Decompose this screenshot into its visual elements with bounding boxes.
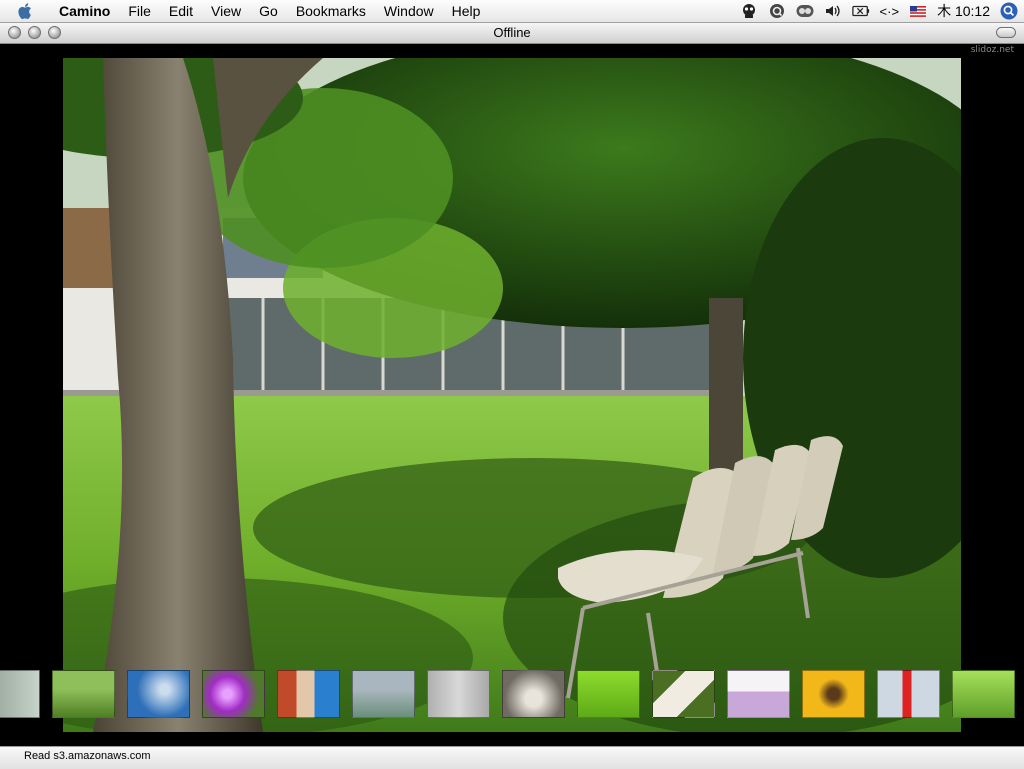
site-watermark: slidoz.net [970,45,1014,55]
thumbnail-8[interactable] [502,670,565,718]
thumbnail-5[interactable] [277,670,340,718]
status-text: Read s3.amazonaws.com [24,750,151,762]
thumbnail-12[interactable] [802,670,865,718]
thumbnail-9[interactable] [577,670,640,718]
thumbnail-2[interactable] [52,670,115,718]
thumbnail-4[interactable] [202,670,265,718]
thumbnail-10[interactable] [652,670,715,718]
menu-bookmarks[interactable]: Bookmarks [287,0,375,22]
thumbnail-11[interactable] [727,670,790,718]
keyboard-brackets-icon[interactable]: <·> [880,2,900,20]
menu-camino[interactable]: Camino [50,0,119,22]
thumbnail-13[interactable] [877,670,940,718]
menu-edit[interactable]: Edit [160,0,202,22]
us-flag-icon[interactable] [909,2,927,20]
menu-help[interactable]: Help [443,0,490,22]
thumbnail-14[interactable] [952,670,1015,718]
battery-icon[interactable] [851,2,870,20]
toolbar-toggle-button[interactable] [996,27,1016,38]
thumbnail-strip [0,670,1024,720]
menu-view[interactable]: View [202,0,250,22]
menu-go[interactable]: Go [250,0,287,22]
alien-app-icon[interactable] [740,2,758,20]
quicksilver-icon[interactable] [768,2,786,20]
window-titlebar[interactable]: Offline [0,23,1024,44]
apple-menu-icon[interactable] [14,0,36,22]
thumbnail-1[interactable] [0,670,40,718]
menu-window[interactable]: Window [375,0,443,22]
menu-bar: Camino File Edit View Go Bookmarks Windo… [0,0,1024,23]
slideshow-photo[interactable] [63,58,961,732]
window-title: Offline [493,25,531,40]
spotlight-search-icon[interactable] [1000,2,1018,20]
menu-file[interactable]: File [119,0,160,22]
thumbnail-6[interactable] [352,670,415,718]
thumbnail-3[interactable] [127,670,190,718]
park-bench-photo [63,58,961,732]
menubar-clock[interactable]: 木 10:12 [937,1,990,21]
volume-icon[interactable] [824,2,842,20]
cd-tray-icon[interactable] [796,2,814,20]
thumbnail-7[interactable] [427,670,490,718]
status-bar: Read s3.amazonaws.com [0,746,1024,769]
page-content: slidoz.net [0,44,1024,746]
